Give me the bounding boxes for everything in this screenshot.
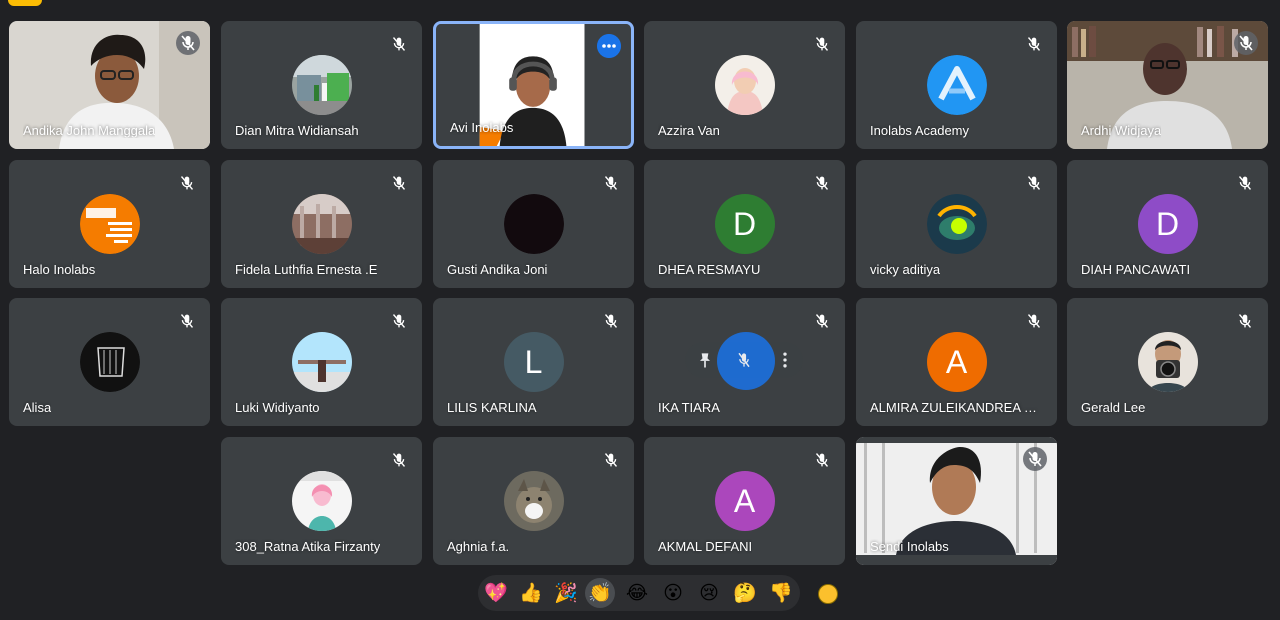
participant-tile[interactable]: Dian Mitra Widiansah — [221, 21, 422, 149]
mic-off-icon — [180, 176, 194, 190]
mic-off-icon — [1238, 314, 1252, 328]
mic-off-icon — [604, 176, 618, 190]
participant-name: ALMIRA ZULEIKANDREA M... — [870, 400, 1042, 415]
participant-name: Gusti Andika Joni — [447, 262, 548, 277]
avatar-initial: D — [714, 194, 775, 254]
participant-tile[interactable]: Gerald Lee — [1067, 298, 1268, 426]
mic-off-icon — [1238, 176, 1252, 190]
mic-off-icon — [604, 314, 618, 328]
participant-tile[interactable]: A AKMAL DEFANI — [644, 437, 845, 565]
avatar — [503, 471, 564, 531]
reaction-clapping-hands[interactable]: 👏 — [585, 578, 615, 608]
mic-off-icon — [815, 314, 829, 328]
avatar — [926, 194, 987, 254]
participant-name: Fidela Luthfia Ernesta .E — [235, 262, 378, 277]
avatar — [714, 55, 775, 115]
reaction-surprised[interactable]: 😮 — [660, 580, 686, 606]
mic-off-icon — [1027, 314, 1041, 328]
participant-name: Aghnia f.a. — [447, 539, 510, 554]
avatar — [291, 471, 352, 531]
participant-name: Halo Inolabs — [23, 262, 96, 277]
mic-off-icon — [392, 37, 406, 51]
participant-tile[interactable]: D DIAH PANCAWATI — [1067, 160, 1268, 288]
reaction-tears-of-joy[interactable]: 😂 — [624, 580, 650, 606]
mic-off-icon — [1023, 447, 1047, 471]
mute-mic-icon[interactable] — [734, 350, 754, 370]
participant-name: IKA TIARA — [658, 400, 720, 415]
reactions-bar: 💖 👍 🎉 👏 😂 😮 😢 🤔 👎 — [478, 575, 800, 611]
participant-tile[interactable]: Andika John Manggala — [9, 21, 210, 149]
participant-tile[interactable]: IKA TIARA — [644, 298, 845, 426]
participant-name: AKMAL DEFANI — [658, 539, 753, 554]
avatar — [79, 332, 140, 392]
participant-tile[interactable]: Azzira Van — [644, 21, 845, 149]
avatar — [291, 332, 352, 392]
mic-off-icon — [392, 453, 406, 467]
participant-tile-active[interactable]: Avi Inolabs — [433, 21, 634, 149]
mic-off-icon — [815, 453, 829, 467]
participant-name: Ardhi Widjaya — [1081, 123, 1162, 138]
participant-tile[interactable]: Aghnia f.a. — [433, 437, 634, 565]
reaction-thinking[interactable]: 🤔 — [732, 580, 758, 606]
participant-tile[interactable]: L LILIS KARLINA — [433, 298, 634, 426]
avatar-initial: D — [1137, 194, 1198, 254]
participant-name: Dian Mitra Widiansah — [235, 123, 359, 138]
participant-name: 308_Ratna Atika Firzanty — [235, 539, 381, 554]
participant-name: Inolabs Academy — [870, 123, 970, 138]
avatar — [503, 194, 564, 254]
tile-hover-toolbar — [685, 332, 803, 390]
reaction-party-popper[interactable]: 🎉 — [553, 580, 579, 606]
participant-tile[interactable]: Gusti Andika Joni — [433, 160, 634, 288]
participant-tile[interactable]: Halo Inolabs — [9, 160, 210, 288]
participant-tile[interactable]: Ardhi Widjaya — [1067, 21, 1268, 149]
mic-off-icon — [176, 31, 200, 55]
reaction-crying[interactable]: 😢 — [696, 580, 722, 606]
inolabs-logo-icon — [926, 55, 987, 115]
inolabs-avatar-image — [79, 194, 140, 254]
mic-off-icon — [1027, 37, 1041, 51]
participant-name: DHEA RESMAYU — [658, 262, 761, 277]
mic-off-icon — [180, 314, 194, 328]
participant-tile[interactable]: A ALMIRA ZULEIKANDREA M... — [856, 298, 1057, 426]
mic-off-icon — [815, 37, 829, 51]
participant-tile[interactable]: Fidela Luthfia Ernesta .E — [221, 160, 422, 288]
participant-name: Azzira Van — [658, 123, 720, 138]
participant-name: Andika John Manggala — [23, 123, 156, 138]
reaction-thumbs-down[interactable]: 👎 — [768, 580, 794, 606]
participant-grid: Andika John Manggala Dian Mitra Widiansa… — [0, 0, 1280, 580]
participant-name: vicky aditiya — [870, 262, 941, 277]
mic-off-icon — [1027, 176, 1041, 190]
avatar-initial: L — [503, 332, 564, 392]
avatar-initial: A — [714, 471, 775, 531]
participant-name: Luki Widiyanto — [235, 400, 320, 415]
participant-name: Avi Inolabs — [450, 120, 514, 135]
avatar — [291, 55, 352, 115]
mic-off-icon — [604, 453, 618, 467]
more-options-icon[interactable] — [597, 34, 621, 58]
mic-off-icon — [392, 176, 406, 190]
reaction-sparkling-heart[interactable]: 💖 — [483, 580, 509, 606]
skin-tone-selector[interactable] — [818, 584, 838, 604]
reaction-thumbs-up[interactable]: 👍 — [518, 580, 544, 606]
participant-name: LILIS KARLINA — [447, 400, 537, 415]
participant-tile[interactable]: D DHEA RESMAYU — [644, 160, 845, 288]
more-vert-icon[interactable] — [775, 350, 795, 370]
avatar — [291, 194, 352, 254]
pin-icon[interactable] — [695, 350, 715, 370]
avatar-initial: A — [926, 332, 987, 392]
avatar — [1137, 332, 1198, 392]
participant-tile[interactable]: 308_Ratna Atika Firzanty — [221, 437, 422, 565]
mic-off-icon — [392, 314, 406, 328]
mic-off-icon — [1234, 31, 1258, 55]
participant-name: Gerald Lee — [1081, 400, 1146, 415]
participant-tile[interactable]: Inolabs Academy — [856, 21, 1057, 149]
participant-tile[interactable]: vicky aditiya — [856, 160, 1057, 288]
mic-off-icon — [815, 176, 829, 190]
participant-tile[interactable]: Sendi Inolabs — [856, 437, 1057, 565]
participant-name: DIAH PANCAWATI — [1081, 262, 1191, 277]
participant-tile[interactable]: Alisa — [9, 298, 210, 426]
participant-name: Alisa — [23, 400, 52, 415]
participant-tile[interactable]: Luki Widiyanto — [221, 298, 422, 426]
participant-name: Sendi Inolabs — [870, 539, 949, 554]
